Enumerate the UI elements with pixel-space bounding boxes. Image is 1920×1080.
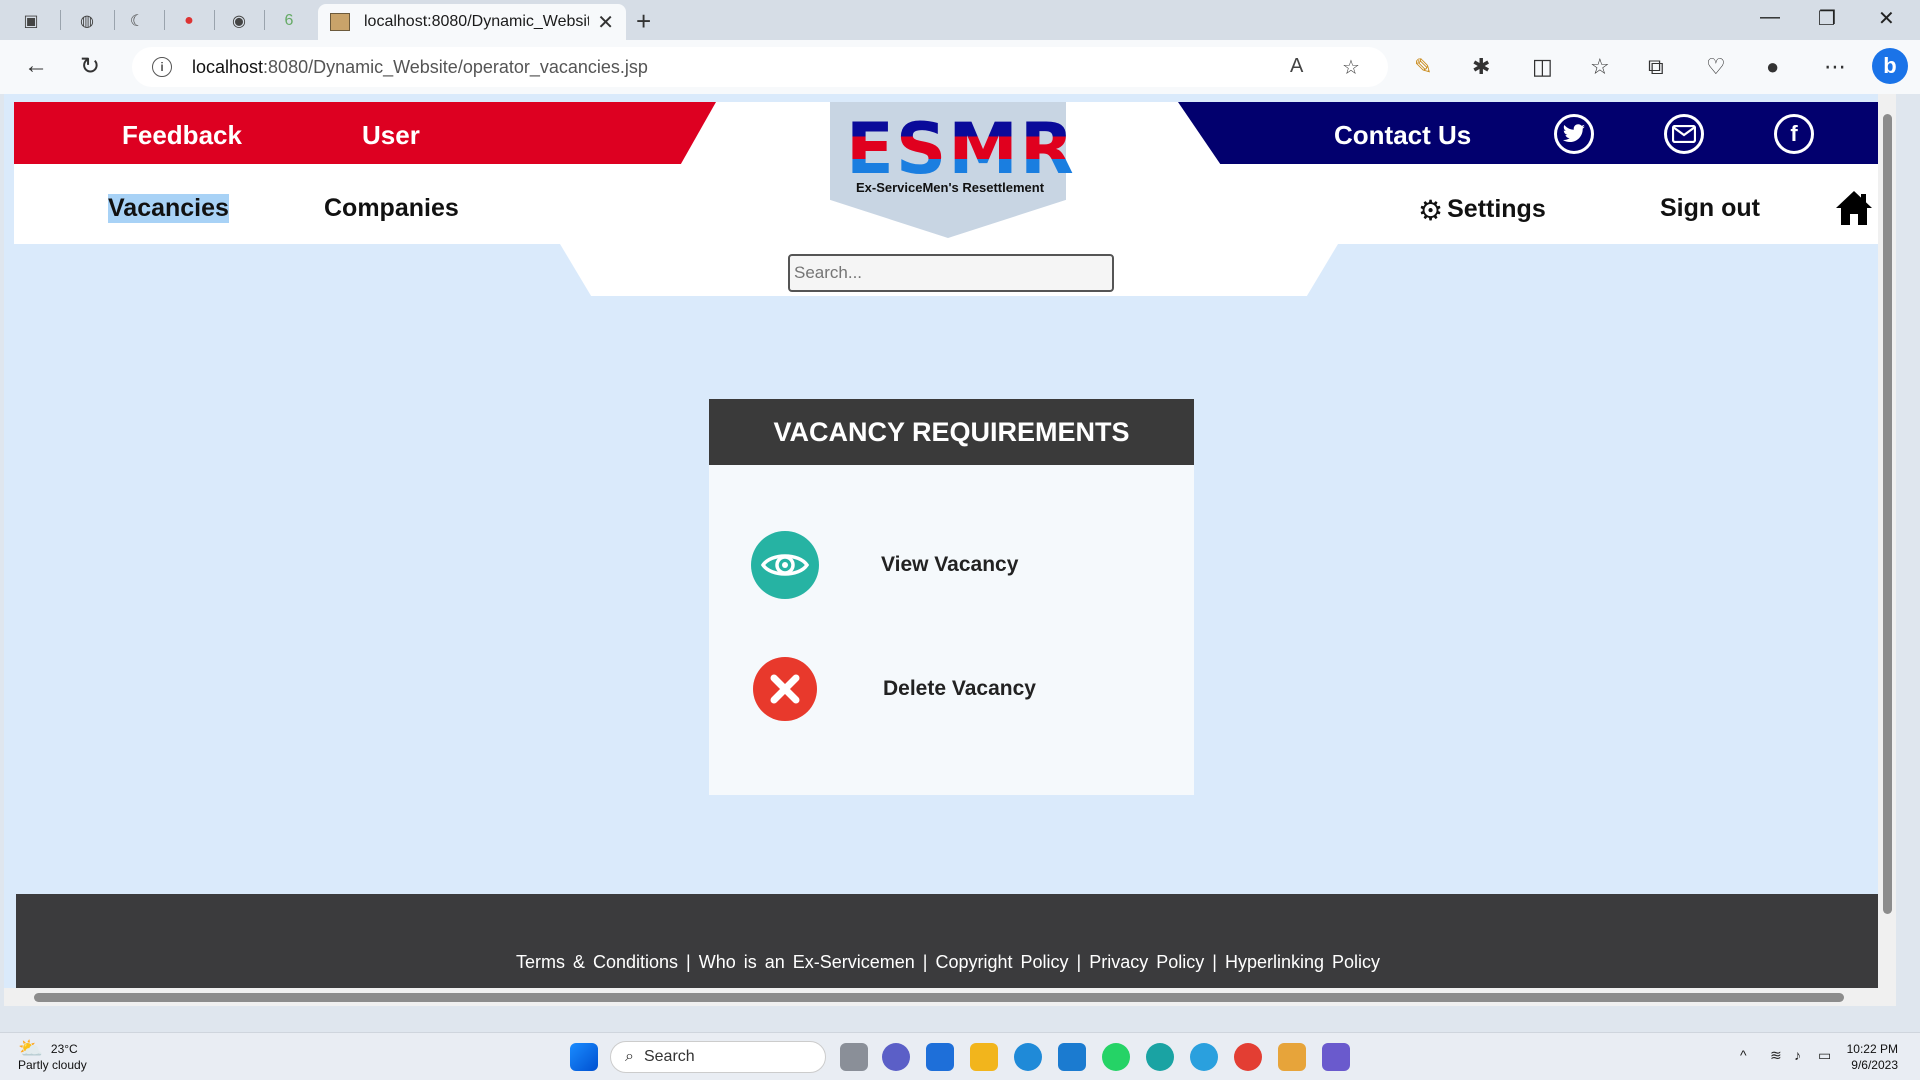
profile-icon[interactable]: ● <box>1766 54 1779 80</box>
nav-companies[interactable]: Companies <box>324 194 459 223</box>
nav-vacancies[interactable]: Vacancies <box>108 194 229 223</box>
vertical-scrollbar[interactable] <box>1878 94 1896 1006</box>
sign-out-link[interactable]: Sign out <box>1660 194 1760 223</box>
edge-icon[interactable] <box>1146 1043 1174 1071</box>
footer-link-hyperlinking[interactable]: Hyperlinking Policy <box>1225 952 1380 972</box>
url-text[interactable]: localhost:8080/Dynamic_Website/operator_… <box>192 57 648 78</box>
home-icon[interactable] <box>1834 188 1874 228</box>
extensions-icon[interactable]: ✱ <box>1472 54 1490 80</box>
close-tab-icon[interactable]: ✕ <box>597 10 614 35</box>
clock-time: 10:22 PM <box>1846 1042 1898 1056</box>
back-button[interactable]: ← <box>24 52 48 80</box>
logo-subtitle: Ex-ServiceMen's Resettlement <box>855 180 1045 195</box>
search-input[interactable] <box>788 254 1114 292</box>
tab-title: localhost:8080/Dynamic_Website/operator_… <box>364 13 590 30</box>
pinned-tab-4[interactable]: 6 <box>276 8 302 34</box>
split-screen-icon[interactable]: ◫ <box>1532 54 1553 80</box>
copilot-icon[interactable]: b <box>1872 48 1908 84</box>
tab-separator <box>164 10 165 30</box>
pinned-tab-2[interactable]: ☾ <box>124 8 150 34</box>
twitter-icon[interactable] <box>1554 114 1594 154</box>
battery-icon[interactable]: ▭ <box>1818 1047 1831 1064</box>
view-vacancy-label[interactable]: View Vacancy <box>881 553 1018 577</box>
esmr-logo[interactable]: ESMR <box>846 108 1076 190</box>
footer-link-privacy[interactable]: Privacy Policy <box>1089 952 1204 972</box>
clock-date: 9/6/2023 <box>1851 1058 1898 1072</box>
windows-taskbar: ⛅ 23°C Partly cloudy ⌕ Search ^ ≋ ♪ ▭ 10… <box>0 1032 1920 1080</box>
horizontal-scrollbar[interactable] <box>4 988 1878 1006</box>
chrome-icon[interactable] <box>1234 1043 1262 1071</box>
feedback-link[interactable]: Feedback <box>122 120 242 151</box>
user-link[interactable]: User <box>362 120 420 151</box>
collections-tab-icon[interactable]: ⧉ <box>1648 54 1664 80</box>
active-tab[interactable]: localhost:8080/Dynamic_Website/operator_… <box>318 4 626 40</box>
favorite-star-icon[interactable]: ☆ <box>1342 55 1360 80</box>
tab-separator <box>214 10 215 30</box>
view-vacancy-action[interactable]: View Vacancy <box>751 531 1018 599</box>
browser-essentials-icon[interactable]: ♡ <box>1706 54 1726 80</box>
settings-link[interactable]: ⚙ Settings <box>1418 194 1546 227</box>
tab-separator <box>264 10 265 30</box>
telegram-icon[interactable] <box>1190 1043 1218 1071</box>
weather-widget[interactable]: ⛅ 23°C Partly cloudy <box>18 1038 87 1073</box>
task-view-icon[interactable] <box>840 1043 868 1071</box>
facebook-icon[interactable]: f <box>1774 114 1814 154</box>
site-info-icon[interactable]: i <box>152 57 172 77</box>
gear-icon: ⚙ <box>1418 195 1444 226</box>
new-tab-button[interactable]: + <box>636 6 651 37</box>
app-icon[interactable] <box>1014 1043 1042 1071</box>
volume-icon[interactable]: ♪ <box>1794 1047 1801 1063</box>
file-explorer-icon[interactable] <box>970 1043 998 1071</box>
eye-icon[interactable] <box>751 531 819 599</box>
taskbar-clock[interactable]: 10:22 PM 9/6/2023 <box>1847 1041 1898 1073</box>
pinned-tab-3[interactable]: ● <box>176 8 202 34</box>
vacancy-requirements-card: VACANCY REQUIREMENTS View Vacancy Delete… <box>709 399 1194 795</box>
footer-link-ex-servicemen[interactable]: Who is an Ex-Servicemen <box>699 952 915 972</box>
app-icon[interactable] <box>1278 1043 1306 1071</box>
start-button[interactable] <box>570 1043 598 1071</box>
tab-separator <box>60 10 61 30</box>
delete-vacancy-action[interactable]: Delete Vacancy <box>751 655 1036 723</box>
vscode-icon[interactable] <box>1058 1043 1086 1071</box>
settings-label: Settings <box>1447 195 1546 224</box>
whatsapp-icon[interactable] <box>1102 1043 1130 1071</box>
close-window-button[interactable]: ✕ <box>1878 6 1895 31</box>
tab-favicon <box>330 13 350 31</box>
restore-button[interactable]: ❐ <box>1818 6 1836 31</box>
delete-icon[interactable] <box>753 657 817 721</box>
browser-tab-bar: ▣ ◍ ☾ ● ◉ 6 localhost:8080/Dynamic_Websi… <box>0 0 1920 40</box>
refresh-button[interactable]: ↻ <box>80 52 100 81</box>
tab-separator <box>114 10 115 30</box>
teams-icon[interactable] <box>882 1043 910 1071</box>
tray-chevron-icon[interactable]: ^ <box>1740 1047 1747 1063</box>
address-bar[interactable]: i localhost:8080/Dynamic_Website/operato… <box>132 47 1388 87</box>
delete-vacancy-label[interactable]: Delete Vacancy <box>883 677 1036 701</box>
search-icon: ⌕ <box>625 1048 634 1065</box>
favorites-icon[interactable]: ☆ <box>1590 54 1610 80</box>
footer-link-copyright[interactable]: Copyright Policy <box>935 952 1068 972</box>
read-aloud-icon[interactable]: A <box>1290 55 1303 78</box>
wifi-icon[interactable]: ≋ <box>1770 1047 1782 1064</box>
contact-us-link[interactable]: Contact Us <box>1334 120 1471 151</box>
mail-icon[interactable] <box>1664 114 1704 154</box>
app-icon[interactable] <box>1322 1043 1350 1071</box>
collections-icon[interactable]: ✎ <box>1414 54 1432 80</box>
taskbar-search[interactable]: ⌕ Search <box>610 1041 826 1073</box>
pinned-tab-1[interactable]: ◍ <box>74 8 100 34</box>
weather-condition: Partly cloudy <box>18 1058 87 1072</box>
page-viewport: Feedback User Contact Us f ESMR Ex-Servi… <box>4 94 1896 1006</box>
github-tab-icon[interactable]: ◉ <box>226 8 252 34</box>
minimize-button[interactable]: — <box>1760 6 1780 29</box>
card-title: VACANCY REQUIREMENTS <box>709 399 1194 465</box>
scrollbar-thumb[interactable] <box>34 993 1844 1002</box>
footer-links: Terms & Conditions | Who is an Ex-Servic… <box>515 952 1381 972</box>
mail-app-icon[interactable] <box>926 1043 954 1071</box>
scrollbar-thumb[interactable] <box>1883 114 1892 914</box>
footer-link-terms[interactable]: Terms & Conditions <box>516 952 678 972</box>
taskbar-search-label: Search <box>643 1048 695 1065</box>
weather-icon: ⛅ <box>18 1038 43 1060</box>
tab-actions-icon[interactable]: ▣ <box>18 8 44 34</box>
more-menu-icon[interactable]: ⋯ <box>1824 54 1846 80</box>
address-toolbar: ← ↻ i localhost:8080/Dynamic_Website/ope… <box>0 40 1920 94</box>
